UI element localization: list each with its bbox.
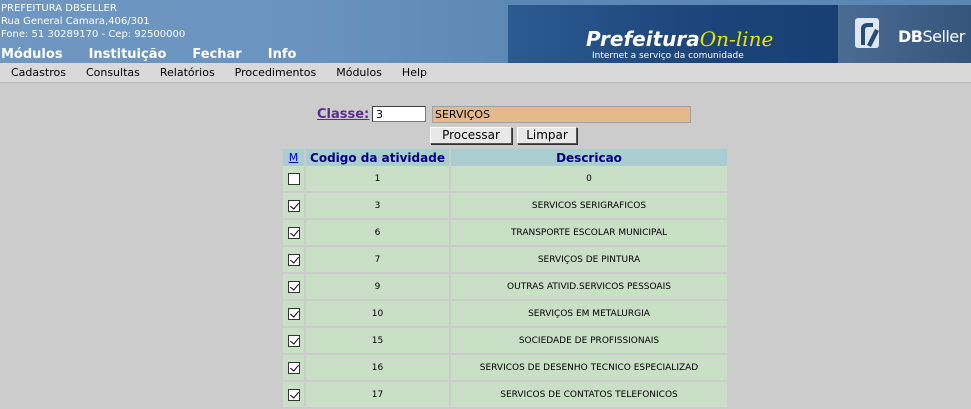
org-name: PREFEITURA DBSELLER: [1, 3, 117, 14]
row-checkbox-cell: [283, 193, 304, 220]
row-checkbox-cell: [283, 328, 304, 355]
cell-codigo: 7: [306, 247, 449, 274]
row-checkbox[interactable]: [287, 253, 300, 266]
row-checkbox-cell: [283, 247, 304, 274]
menu-bar: Cadastros Consultas Relatórios Procedime…: [0, 63, 971, 83]
table-row: 10: [283, 166, 727, 193]
table-row: 17 SERVICOS DE CONTATOS TELEFONICOS: [283, 382, 727, 409]
row-checkbox[interactable]: [287, 361, 300, 374]
atividades-table: M Codigo da atividade Descricao 1 0 3 SERVI…: [281, 149, 729, 409]
dbseller-mark-icon: [855, 18, 879, 48]
table-row: 6 TRANSPORTE ESCOLAR MUNICIPAL: [283, 220, 727, 247]
menu-help[interactable]: Help: [402, 66, 427, 79]
table-row: 3 SERVICOS SERIGRAFICOS: [283, 193, 727, 220]
logo-title-part2: On-line: [699, 27, 774, 51]
classe-description-field: SERVIÇOS: [432, 106, 691, 123]
header-descricao: Descricao: [451, 149, 727, 166]
cell-descricao: 0: [451, 166, 727, 193]
cell-codigo: 1: [306, 166, 449, 193]
row-checkbox[interactable]: [287, 226, 300, 239]
logo-subtitle: Internet a serviço da comunidade: [592, 51, 744, 61]
table-header-row: M Codigo da atividade Descricao: [283, 149, 727, 166]
row-checkbox-cell: [283, 301, 304, 328]
row-checkbox-cell: [283, 274, 304, 301]
cell-descricao: SERVIÇOS EM METALURGIA: [451, 301, 727, 328]
classe-link[interactable]: Classe:: [317, 107, 369, 122]
menu-consultas[interactable]: Consultas: [86, 66, 140, 79]
row-checkbox-cell: [283, 355, 304, 382]
cell-descricao: SERVICOS DE CONTATOS TELEFONICOS: [451, 382, 727, 409]
table-row: 10 SERVIÇOS EM METALURGIA: [283, 301, 727, 328]
row-checkbox[interactable]: [287, 307, 300, 320]
top-nav: Módulos Instituição Fechar Info: [0, 47, 322, 63]
brand-seller: Seller: [922, 27, 965, 46]
top-nav-instituicao[interactable]: Instituição: [89, 47, 167, 63]
cell-codigo: 3: [306, 193, 449, 220]
row-checkbox[interactable]: [287, 172, 300, 185]
cell-codigo: 17: [306, 382, 449, 409]
classe-code-input[interactable]: [372, 106, 426, 122]
row-checkbox[interactable]: [287, 334, 300, 347]
processar-button[interactable]: Processar: [430, 127, 512, 144]
mark-all-link[interactable]: M: [283, 149, 304, 166]
menu-cadastros[interactable]: Cadastros: [11, 66, 66, 79]
menu-procedimentos[interactable]: Procedimentos: [235, 66, 317, 79]
header-left: PREFEITURA DBSELLER Rua General Camara,4…: [0, 0, 510, 63]
menu-modulos[interactable]: Módulos: [336, 66, 382, 79]
cell-descricao: OUTRAS ATIVID.SERVICOS PESSOAIS: [451, 274, 727, 301]
top-nav-info[interactable]: Info: [268, 47, 297, 63]
dbseller-brand: DBSeller: [898, 27, 965, 46]
cell-descricao: SERVICOS SERIGRAFICOS: [451, 193, 727, 220]
row-checkbox-cell: [283, 382, 304, 409]
row-checkbox-cell: [283, 166, 304, 193]
logo-title-part1: Prefeitura: [586, 27, 700, 51]
row-checkbox[interactable]: [287, 280, 300, 293]
cell-descricao: SERVIÇOS DE PINTURA: [451, 247, 727, 274]
org-address: Rua General Camara,406/301: [1, 16, 150, 27]
table-row: 15 SOCIEDADE DE PROFISSIONAIS: [283, 328, 727, 355]
cell-codigo: 9: [306, 274, 449, 301]
cell-descricao: SOCIEDADE DE PROFISSIONAIS: [451, 328, 727, 355]
logo-title: PrefeituraOn-line: [586, 27, 773, 51]
limpar-button[interactable]: Limpar: [517, 127, 577, 144]
top-nav-modulos[interactable]: Módulos: [1, 47, 63, 63]
row-checkbox[interactable]: [287, 388, 300, 401]
cell-codigo: 15: [306, 328, 449, 355]
header: PREFEITURA DBSELLER Rua General Camara,4…: [0, 0, 971, 63]
cell-descricao: SERVICOS DE DESENHO TECNICO ESPECIALIZAD: [451, 355, 727, 382]
row-checkbox[interactable]: [287, 199, 300, 212]
org-phone: Fone: 51 30289170 - Cep: 92500000: [1, 29, 186, 40]
header-codigo: Codigo da atividade: [306, 149, 449, 166]
menu-relatorios[interactable]: Relatórios: [160, 66, 215, 79]
cell-codigo: 16: [306, 355, 449, 382]
dbseller-logo: DBSeller: [838, 5, 971, 63]
prefeitura-online-logo: PrefeituraOn-line Internet a serviço da …: [508, 5, 838, 63]
brand-db: DB: [898, 27, 923, 46]
cell-codigo: 10: [306, 301, 449, 328]
table-row: 9 OUTRAS ATIVID.SERVICOS PESSOAIS: [283, 274, 727, 301]
table-body: 1 0 3 SERVICOS SERIGRAFICOS 6 TRANSPORTE ESCO…: [283, 166, 727, 409]
cell-codigo: 6: [306, 220, 449, 247]
table-row: 7 SERVIÇOS DE PINTURA: [283, 247, 727, 274]
top-nav-fechar[interactable]: Fechar: [192, 47, 241, 63]
cell-descricao: TRANSPORTE ESCOLAR MUNICIPAL: [451, 220, 727, 247]
table-row: 16 SERVICOS DE DESENHO TECNICO ESPECIALIZ…: [283, 355, 727, 382]
row-checkbox-cell: [283, 220, 304, 247]
